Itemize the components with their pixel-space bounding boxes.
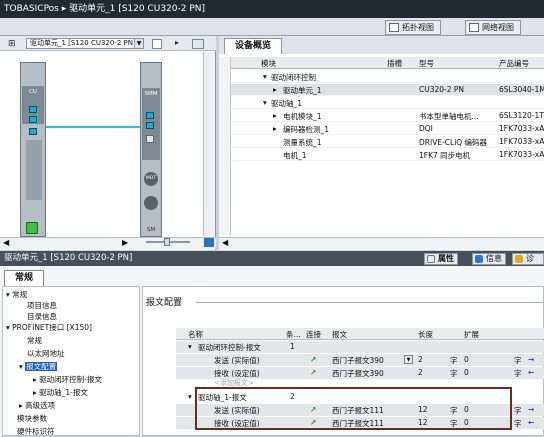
send-direction-icon: → <box>528 405 535 414</box>
tab-general[interactable]: 常规 <box>4 270 44 286</box>
motor-icon[interactable]: MOT <box>144 172 158 186</box>
table-row[interactable]: ▸ 电机模块_1 书本型单轴电机... 6SL3120-1TE <box>231 110 544 122</box>
nav-item-general[interactable]: ▾ 常规 <box>3 289 139 300</box>
receive-direction-icon: ← <box>528 418 535 427</box>
info-icon <box>475 255 483 263</box>
col-order[interactable]: 产品编号 <box>499 58 529 69</box>
col-slot[interactable]: 插槽 <box>387 58 402 69</box>
topology-icon <box>389 23 399 32</box>
smm-port-1[interactable] <box>146 112 154 119</box>
scroll-left-icon[interactable]: ◀ <box>222 238 228 247</box>
cu-label: CU <box>29 89 37 95</box>
col-connection[interactable]: 连接 <box>306 329 321 340</box>
nav-item-hw-id[interactable]: 硬件标识符 <box>3 426 139 437</box>
device-selector[interactable]: 驱动单元_1 [S120 CU320-2 PN] ▼ <box>26 38 144 49</box>
connection-line <box>46 126 149 128</box>
properties-tab[interactable]: 属性 <box>424 253 458 265</box>
nav-item-ethernet[interactable]: 以太网地址 <box>3 348 139 359</box>
smm-label: SMM <box>144 91 158 97</box>
network-icon <box>469 23 479 32</box>
section-title: 报文配置 <box>146 298 183 308</box>
overview-header: 模块 插槽 型号 产品编号 <box>231 57 544 69</box>
cu-port-3[interactable] <box>29 128 37 135</box>
table-row[interactable]: ▾ 驱动轴_1 <box>231 97 544 109</box>
diagnostics-tab[interactable]: 诊 <box>512 253 544 265</box>
overview-horizontal-scrollbar[interactable] <box>219 237 544 249</box>
nav-item-telegram-config[interactable]: ▾ 报文配置 <box>3 361 139 372</box>
view-toolbar <box>0 18 544 36</box>
encoder-icon[interactable] <box>144 196 158 210</box>
col-length[interactable]: 长度 <box>418 329 433 340</box>
vertical-scrollbar[interactable] <box>203 52 215 236</box>
nav-item-catalog-info[interactable]: 目录信息 <box>3 311 139 322</box>
properties-icon <box>427 255 435 263</box>
section-divider <box>196 302 544 303</box>
nav-item-profinet-general[interactable]: 常规 <box>3 335 139 346</box>
info-tab[interactable]: 信息 <box>472 253 506 265</box>
nav-item-module-params[interactable]: 模块参数 <box>3 413 139 424</box>
overview-toggle-icon[interactable] <box>192 39 204 49</box>
add-telegram-row[interactable]: <添加报文> <box>176 378 544 387</box>
nav-item-project-info[interactable]: 项目信息 <box>3 300 139 311</box>
table-row[interactable]: 测量系统_1 DRIVE-CLiQ 编码器 1FK7033-xAF <box>231 136 544 148</box>
network-view-tab[interactable]: 网络视图 <box>465 20 521 35</box>
col-module[interactable]: 模块 <box>261 58 276 69</box>
nav-item-advanced[interactable]: ▸ 高级选项 <box>3 400 139 411</box>
smm-port-3[interactable] <box>146 135 154 143</box>
scroll-left-icon[interactable]: ◀ <box>3 238 9 247</box>
table-row[interactable]: ▸ 编码器检测_1 DQI 1FK7033-xAF <box>231 123 544 135</box>
properties-title: 驱动单元_1 [S120 CU320-2 PN] <box>0 251 544 266</box>
diagnostics-icon <box>515 255 523 263</box>
zoom-slider-handle[interactable] <box>164 238 170 246</box>
cu-port-1[interactable] <box>29 106 37 113</box>
highlight-box <box>195 387 512 430</box>
connection-line <box>37 110 38 126</box>
device-tree-icon[interactable]: ⊞ <box>8 39 20 49</box>
col-extension[interactable]: 扩展 <box>464 329 479 340</box>
table-row[interactable]: ▾ 驱动闭环控制 <box>231 71 544 83</box>
nav-item-axis-telegram[interactable]: ▸ 驱动轴_1-报文 <box>3 387 139 398</box>
col-item[interactable]: 条... <box>286 329 301 340</box>
col-telegram[interactable]: 报文 <box>332 329 347 340</box>
connection-arrow-icon: ↗ <box>310 368 317 377</box>
sm-label: SM <box>146 227 156 233</box>
table-row[interactable]: 发送 (实际值) ↗ 西门子报文390 ▼ 2 字 0 字 → <box>176 354 544 366</box>
zoom-fit-icon[interactable] <box>204 238 214 247</box>
cu-status-led <box>26 222 38 234</box>
forward-arrow-icon[interactable]: ▸ <box>175 38 179 47</box>
nav-item-profinet[interactable]: ▾ PROFINET接口 [X150] <box>3 322 139 333</box>
telegram-table-header: 名称 条... 连接 报文 长度 扩展 <box>176 328 544 340</box>
table-row[interactable]: 电机_1 1FK7 同步电机 1FK7033-xAF <box>231 149 544 161</box>
scroll-right-icon[interactable]: ▶ <box>122 238 128 247</box>
overview-gutter <box>219 57 231 235</box>
col-type[interactable]: 型号 <box>419 58 434 69</box>
cu-slot <box>26 140 42 200</box>
dropdown-arrow-icon[interactable]: ▼ <box>134 39 143 48</box>
tab-device-overview[interactable]: 设备概览 <box>224 38 282 54</box>
topology-view-tab[interactable]: 拓扑视图 <box>385 20 441 35</box>
horizontal-scrollbar[interactable] <box>0 237 216 249</box>
cu-port-2[interactable] <box>29 116 37 123</box>
table-row[interactable]: ▸ 驱动单元_1 CU320-2 PN 6SL3040-1M <box>231 84 544 96</box>
col-name[interactable]: 名称 <box>188 329 203 340</box>
page-icon[interactable] <box>152 39 162 49</box>
window-title: TOBASICPos ▸ 驱动单元_1 [S120 CU320-2 PN] <box>0 0 544 18</box>
nav-item-closed-loop-telegram[interactable]: ▸ 驱动闭环控制-报文 <box>3 374 139 385</box>
table-row[interactable]: ▾ 驱动闭环控制-报文 1 <box>176 341 544 353</box>
dropdown-arrow-icon[interactable]: ▼ <box>404 355 413 364</box>
smm-port-2[interactable] <box>146 122 154 129</box>
send-direction-icon: → <box>528 355 535 364</box>
properties-nav-tree: ▾ 常规 项目信息 目录信息 ▾ PROFINET接口 [X150] 常规 以太… <box>2 286 140 436</box>
receive-direction-icon: ← <box>528 368 535 377</box>
connection-arrow-icon: ↗ <box>310 355 317 364</box>
